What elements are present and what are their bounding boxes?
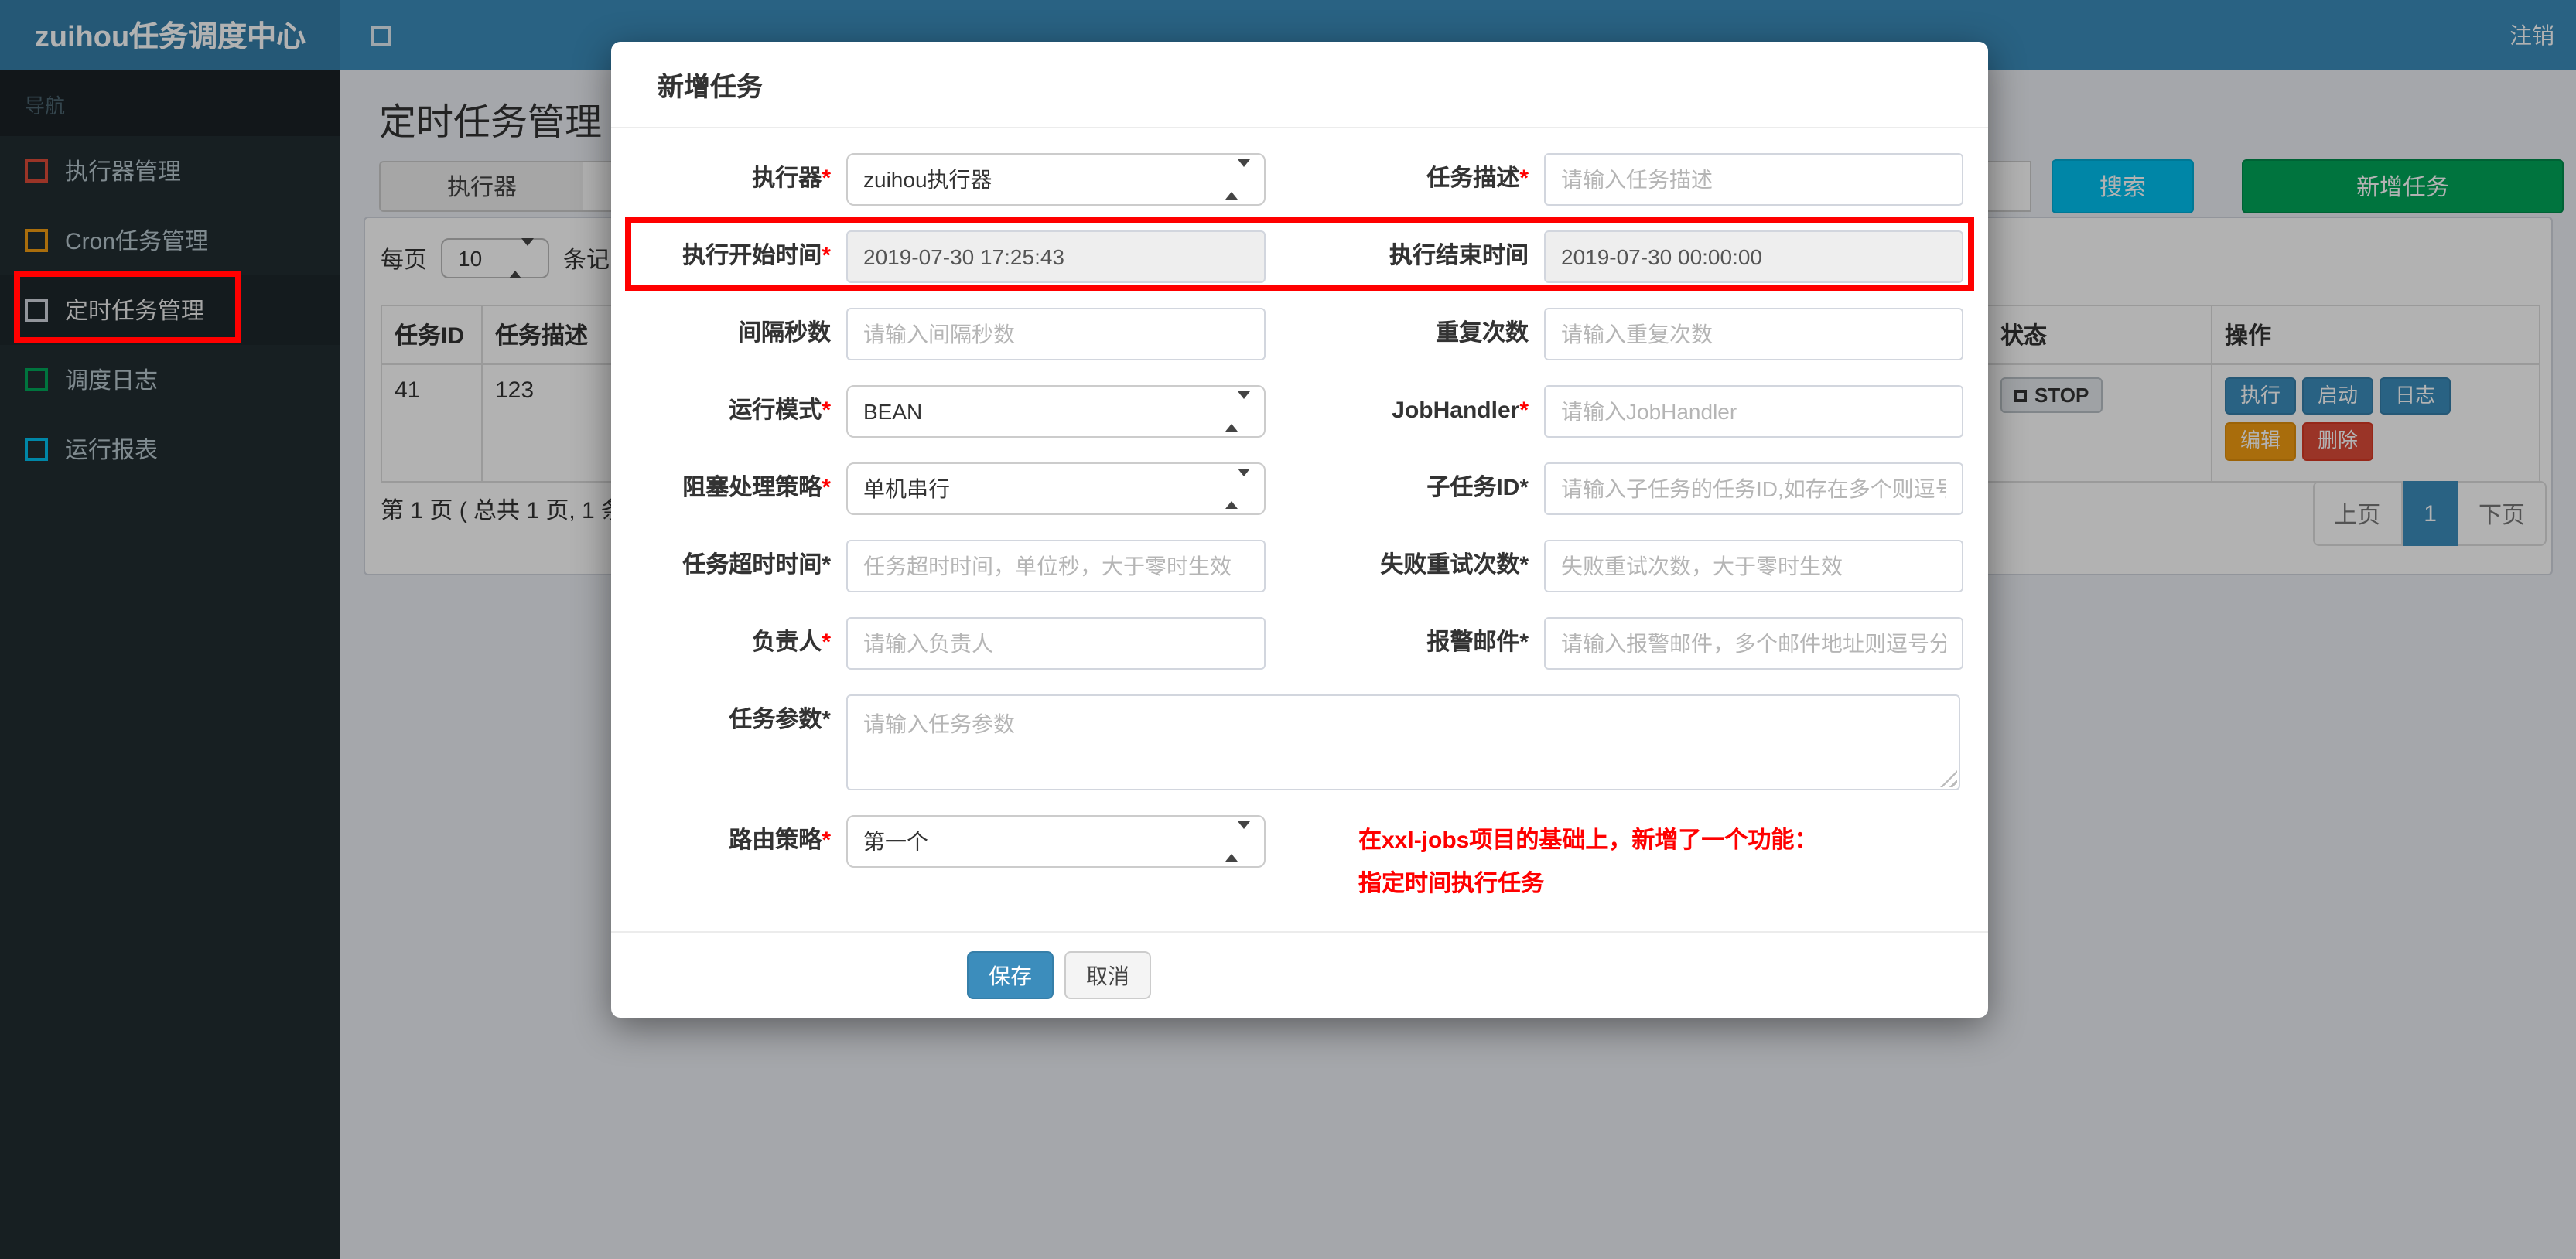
executor-select-value: zuihou执行器 <box>863 167 992 192</box>
block-strategy-label: 阻塞处理策略* <box>682 475 831 501</box>
required-mark: * <box>822 243 831 269</box>
modal-title: 新增任务 <box>658 73 763 102</box>
run-mode-label: 运行模式* <box>729 397 831 424</box>
save-button[interactable]: 保存 <box>967 951 1054 999</box>
task-desc-label: 任务描述* <box>1426 165 1529 192</box>
required-mark: * <box>822 630 831 656</box>
form-row: 阻塞处理策略* 单机串行 子任务ID* <box>611 462 1988 515</box>
form-row: 运行模式* BEAN JobHandler* <box>611 385 1988 438</box>
interval-seconds-label: 间隔秒数 <box>737 320 831 346</box>
feature-note-line1: 在xxl-jobs项目的基础上，新增了一个功能： <box>1358 827 1818 854</box>
required-mark: * <box>822 397 831 424</box>
chevron-updown-icon <box>1225 391 1250 432</box>
jobhandler-input[interactable] <box>1544 385 1963 438</box>
retry-count-label: 失败重试次数* <box>1380 552 1529 578</box>
route-strategy-select[interactable]: 第一个 <box>846 815 1266 868</box>
repeat-count-input[interactable] <box>1544 308 1963 360</box>
feature-note-line2: 指定时间执行任务 <box>1358 871 1545 897</box>
route-strategy-select-value: 第一个 <box>863 829 928 854</box>
task-desc-input[interactable] <box>1544 153 1963 206</box>
interval-seconds-input[interactable] <box>846 308 1266 360</box>
chevron-updown-icon <box>1225 821 1250 862</box>
add-task-modal: 新增任务 执行器* zuihou执行器 任务描述* 执行开始时间* 执行结束时间 <box>611 42 1988 1018</box>
modal-header: 新增任务 <box>611 42 1988 128</box>
form-row: 执行器* zuihou执行器 任务描述* <box>611 153 1988 206</box>
start-time-input[interactable] <box>846 230 1266 283</box>
required-mark: * <box>1519 397 1529 424</box>
task-params-label: 任务参数* <box>729 707 831 733</box>
end-time-input[interactable] <box>1544 230 1963 283</box>
required-mark: * <box>822 165 831 192</box>
chevron-updown-icon <box>1225 159 1250 200</box>
form-row-task-params: 任务参数* <box>611 694 1988 790</box>
required-mark: * <box>1519 165 1529 192</box>
jobhandler-label: JobHandler* <box>1392 397 1529 424</box>
cancel-button[interactable]: 取消 <box>1064 951 1151 999</box>
route-strategy-label: 路由策略* <box>729 827 831 854</box>
child-task-id-input[interactable] <box>1544 462 1963 515</box>
run-mode-select[interactable]: BEAN <box>846 385 1266 438</box>
retry-count-input[interactable] <box>1544 540 1963 592</box>
alarm-email-label: 报警邮件* <box>1426 630 1529 656</box>
executor-select[interactable]: zuihou执行器 <box>846 153 1266 206</box>
block-strategy-select-value: 单机串行 <box>863 476 950 501</box>
form-row-route: 路由策略* 第一个 在xxl-jobs项目的基础上，新增了一个功能： 指定时间执… <box>611 815 1988 906</box>
repeat-count-label: 重复次数 <box>1435 320 1529 346</box>
start-time-label: 执行开始时间* <box>682 243 831 269</box>
form-row-dates: 执行开始时间* 执行结束时间 <box>611 230 1988 283</box>
required-mark: * <box>822 827 831 854</box>
run-mode-select-value: BEAN <box>863 399 923 424</box>
modal-footer: 保存 取消 <box>611 931 1988 999</box>
child-task-id-label: 子任务ID* <box>1426 475 1529 501</box>
alarm-email-input[interactable] <box>1544 617 1963 670</box>
modal-body: 执行器* zuihou执行器 任务描述* 执行开始时间* 执行结束时间 间隔秒数 <box>611 128 1988 999</box>
timeout-input[interactable] <box>846 540 1266 592</box>
block-strategy-select[interactable]: 单机串行 <box>846 462 1266 515</box>
form-row: 负责人* 报警邮件* <box>611 617 1988 670</box>
timeout-label: 任务超时时间* <box>682 552 831 578</box>
owner-label: 负责人* <box>752 630 831 656</box>
chevron-updown-icon <box>1225 469 1250 509</box>
form-row: 任务超时时间* 失败重试次数* <box>611 540 1988 592</box>
end-time-label: 执行结束时间 <box>1389 243 1529 269</box>
feature-note-text: 在xxl-jobs项目的基础上，新增了一个功能： 指定时间执行任务 <box>1358 815 1817 906</box>
form-row: 间隔秒数 重复次数 <box>611 308 1988 360</box>
executor-label: 执行器* <box>752 165 831 192</box>
required-mark: * <box>822 475 831 501</box>
app-window: zuihou任务调度中心 注销 导航 执行器管理 Cron任务管理 定时任务管理… <box>0 0 2576 1259</box>
task-params-textarea[interactable] <box>846 694 1960 790</box>
owner-input[interactable] <box>846 617 1266 670</box>
